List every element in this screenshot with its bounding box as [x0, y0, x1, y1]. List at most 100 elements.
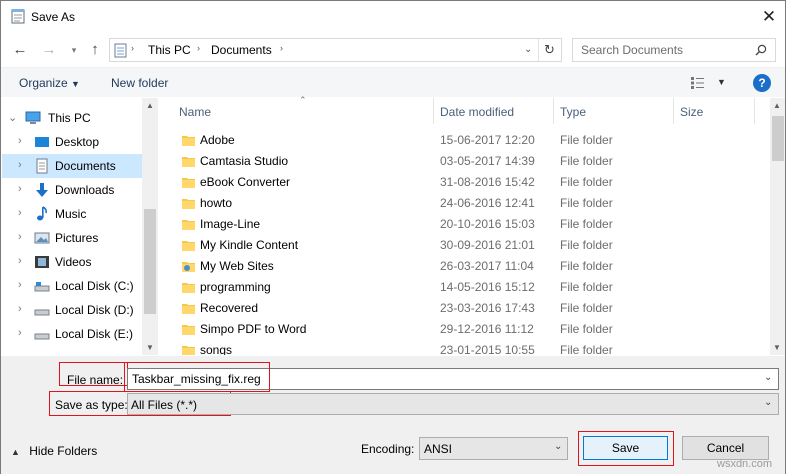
command-toolbar: Organize ▼ New folder ▼ ? — [1, 67, 785, 97]
file-type: File folder — [560, 217, 613, 231]
breadcrumb-this-pc[interactable]: This PC — [148, 43, 191, 57]
file-date: 26-03-2017 11:04 — [440, 259, 534, 273]
folder-icon — [182, 220, 195, 230]
chevron-right-icon: › — [18, 135, 22, 147]
nav-item-local-disk-c[interactable]: › Local Disk (C:) — [2, 274, 142, 298]
column-separator — [754, 98, 755, 124]
view-dropdown-icon[interactable]: ▼ — [717, 77, 726, 87]
file-row[interactable]: Image-Line 20-10-2016 15:03 File folder — [158, 214, 770, 235]
file-type: File folder — [560, 175, 613, 189]
chevron-down-icon[interactable]: ⌄ — [764, 372, 772, 383]
scroll-up-icon[interactable]: ▲ — [773, 101, 781, 110]
file-row[interactable]: howto 24-06-2016 12:41 File folder — [158, 193, 770, 214]
file-list-scrollbar-thumb[interactable] — [772, 116, 784, 161]
close-button[interactable]: ✕ — [753, 3, 785, 31]
back-arrow-icon: ← — [12, 41, 28, 58]
column-separator — [553, 98, 554, 124]
file-date: 14-05-2016 15:12 — [440, 280, 535, 294]
chevron-down-icon: ⌄ — [8, 112, 18, 124]
nav-scrollbar-thumb[interactable] — [144, 209, 156, 314]
file-row[interactable]: Recovered 23-03-2016 17:43 File folder — [158, 298, 770, 319]
column-header-size[interactable]: Size — [680, 105, 703, 119]
scroll-down-icon[interactable]: ▼ — [146, 343, 154, 352]
nav-item-label: Local Disk (D:) — [55, 303, 134, 317]
documents-icon — [114, 43, 127, 58]
title-bar: Save As ✕ — [1, 1, 785, 34]
new-folder-button[interactable]: New folder — [111, 76, 168, 90]
nav-item-documents[interactable]: › Documents — [2, 154, 142, 178]
file-type: File folder — [560, 196, 613, 210]
nav-item-local-disk-d[interactable]: › Local Disk (D:) — [2, 298, 142, 322]
nav-item-music[interactable]: › Music — [2, 202, 142, 226]
file-date: 29-12-2016 11:12 — [440, 322, 534, 336]
search-input[interactable]: Search Documents — [572, 38, 776, 62]
nav-item-label: Pictures — [55, 231, 99, 245]
watermark: wsxdn.com — [717, 458, 773, 470]
search-placeholder: Search Documents — [581, 43, 684, 57]
save-button[interactable]: Save — [583, 436, 668, 460]
up-button[interactable]: ↑ — [85, 39, 105, 61]
file-row[interactable]: Adobe 15-06-2017 12:20 File folder — [158, 130, 770, 151]
file-row[interactable]: Camtasia Studio 03-05-2017 14:39 File fo… — [158, 151, 770, 172]
folder-icon — [182, 157, 195, 167]
encoding-select[interactable]: ANSI ⌄ — [419, 437, 568, 460]
chevron-down-icon: ⌄ — [764, 397, 773, 408]
file-name: Recovered — [200, 301, 259, 315]
filename-value-highlight — [124, 362, 270, 392]
folder-icon — [182, 346, 195, 355]
scroll-down-icon[interactable]: ▼ — [773, 343, 781, 352]
nav-item-desktop[interactable]: › Desktop — [2, 130, 142, 154]
view-options-icon[interactable] — [691, 77, 708, 89]
address-bar[interactable]: › This PC › Documents › ⌄ ↻ — [109, 38, 562, 62]
downloads-icon — [36, 183, 48, 197]
column-header-type[interactable]: Type — [560, 105, 586, 119]
file-row[interactable]: songs 23-01-2015 10:55 File folder — [158, 340, 770, 355]
column-separator — [673, 98, 674, 124]
computer-icon — [25, 111, 41, 124]
chevron-down-icon: ▾ — [71, 45, 77, 55]
scroll-up-icon[interactable]: ▲ — [146, 101, 154, 110]
column-header-date[interactable]: Date modified — [440, 105, 514, 119]
column-header-name[interactable]: Name — [179, 105, 211, 119]
forward-button[interactable]: → — [39, 39, 59, 61]
chevron-right-icon: › — [18, 231, 22, 243]
hide-folders-label: Hide Folders — [29, 444, 98, 458]
address-dropdown-icon[interactable]: ⌄ — [524, 44, 532, 55]
file-row[interactable]: eBook Converter 31-08-2016 15:42 File fo… — [158, 172, 770, 193]
back-button[interactable]: ← — [10, 39, 30, 61]
help-icon[interactable]: ? — [753, 74, 771, 92]
navigation-pane: ⌄ This PC › Desktop › Documents › Downlo… — [2, 98, 158, 355]
drive-icon — [34, 333, 50, 340]
nav-item-label: Documents — [55, 159, 116, 173]
file-row[interactable]: programming 14-05-2016 15:12 File folder — [158, 277, 770, 298]
filename-label: File name: — [67, 373, 124, 387]
file-row[interactable]: My Web Sites 26-03-2017 11:04 File folde… — [158, 256, 770, 277]
refresh-icon[interactable]: ↻ — [544, 42, 555, 58]
file-name: eBook Converter — [200, 175, 291, 189]
encoding-label: Encoding: — [361, 442, 415, 456]
cancel-button[interactable]: Cancel — [682, 436, 769, 460]
file-date: 23-01-2015 10:55 — [440, 343, 535, 355]
nav-item-videos[interactable]: › Videos — [2, 250, 142, 274]
nav-item-this-pc[interactable]: ⌄ This PC — [2, 106, 142, 130]
nav-item-pictures[interactable]: › Pictures — [2, 226, 142, 250]
file-date: 20-10-2016 15:03 — [440, 217, 535, 231]
breadcrumb-documents[interactable]: Documents — [211, 43, 272, 57]
file-row[interactable]: My Kindle Content 30-09-2016 21:01 File … — [158, 235, 770, 256]
desktop-icon — [35, 137, 49, 147]
organize-button[interactable]: Organize ▼ — [19, 76, 80, 90]
save-as-dialog: Save As ✕ ← → ▾ ↑ › This PC › Documents … — [0, 0, 786, 474]
recent-locations-button[interactable]: ▾ — [64, 39, 84, 61]
savetype-select[interactable]: All Files (*.*) ⌄ — [127, 393, 779, 415]
file-name: Adobe — [200, 133, 235, 147]
nav-item-local-disk-e[interactable]: › Local Disk (E:) — [2, 322, 142, 346]
hide-folders-button[interactable]: ▲ Hide Folders — [11, 444, 97, 458]
file-type: File folder — [560, 154, 613, 168]
file-name: Simpo PDF to Word — [200, 322, 307, 336]
nav-item-downloads[interactable]: › Downloads — [2, 178, 142, 202]
web-folder-icon — [182, 262, 195, 272]
file-row[interactable]: Simpo PDF to Word 29-12-2016 11:12 File … — [158, 319, 770, 340]
file-date: 31-08-2016 15:42 — [440, 175, 535, 189]
file-name: howto — [200, 196, 233, 210]
file-type: File folder — [560, 259, 613, 273]
